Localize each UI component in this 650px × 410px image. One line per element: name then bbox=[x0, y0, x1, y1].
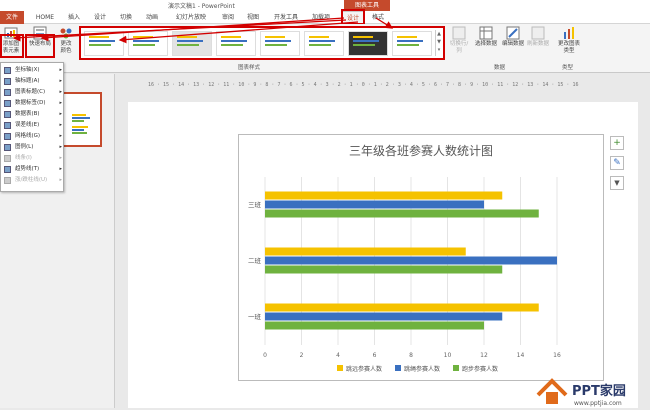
add-chart-element-menu: 坐标轴(X) ▸ 轴标题(A) ▸ 图表标题(C) ▸ 数据标签(D) ▸ 数据表(B)… bbox=[0, 62, 64, 192]
menu-item-label: 线条(I) bbox=[15, 155, 32, 161]
bar bbox=[265, 209, 539, 218]
legend-swatch bbox=[453, 365, 459, 371]
bar bbox=[265, 312, 503, 321]
submenu-arrow-icon: ▸ bbox=[59, 67, 62, 73]
lines-icon bbox=[4, 155, 11, 162]
chart-styles-brush-button[interactable]: ✎ bbox=[610, 156, 624, 170]
menu-item-error-bars[interactable]: 误差线(E) ▸ bbox=[1, 120, 65, 131]
submenu-arrow-icon: ▸ bbox=[59, 100, 62, 106]
submenu-arrow-icon: ▸ bbox=[59, 144, 62, 150]
submenu-arrow-icon: ▸ bbox=[59, 89, 62, 95]
legend-icon bbox=[4, 144, 11, 151]
chart-elements-plus-button[interactable]: + bbox=[610, 136, 624, 150]
menu-item-chart-title[interactable]: 图表标题(C) ▸ bbox=[1, 87, 65, 98]
x-tick-label: 0 bbox=[263, 352, 267, 359]
x-tick-label: 2 bbox=[300, 352, 304, 359]
menu-item-axes[interactable]: 坐标轴(X) ▸ bbox=[1, 65, 65, 76]
menu-item-data-labels[interactable]: 数据标签(D) ▸ bbox=[1, 98, 65, 109]
menu-item-label: 图表标题(C) bbox=[15, 89, 46, 95]
menu-item-label: 涨/跌柱线(U) bbox=[15, 177, 48, 183]
category-label: 二班 bbox=[248, 256, 262, 265]
bar bbox=[265, 247, 466, 256]
bar bbox=[265, 256, 557, 265]
submenu-arrow-icon: ▸ bbox=[59, 166, 62, 172]
chart-frame[interactable]: 三年级各班参赛人数统计图 0 2 4 6 8 10 12 14 16 一班 二班 三班跳远参赛人数 跳绳参… bbox=[238, 134, 604, 381]
submenu-arrow-icon: ▸ bbox=[59, 78, 62, 84]
bar bbox=[265, 200, 484, 209]
axis-title-icon bbox=[4, 78, 11, 85]
x-tick-label: 14 bbox=[517, 352, 525, 359]
legend-swatch bbox=[337, 365, 343, 371]
watermark-url: www.pptjia.com bbox=[574, 400, 622, 407]
error-bars-icon bbox=[4, 122, 11, 129]
menu-item-label: 趋势线(T) bbox=[15, 166, 40, 172]
bar bbox=[265, 303, 539, 312]
menu-item-legend[interactable]: 图例(L) ▸ bbox=[1, 142, 65, 153]
x-tick-label: 4 bbox=[336, 352, 340, 359]
legend-swatch bbox=[395, 365, 401, 371]
chart-filter-button[interactable]: ▼ bbox=[610, 176, 624, 190]
submenu-arrow-icon: ▸ bbox=[59, 111, 62, 117]
menu-item-label: 数据表(B) bbox=[15, 111, 40, 117]
submenu-arrow-icon: ▸ bbox=[59, 133, 62, 139]
x-tick-label: 6 bbox=[373, 352, 377, 359]
menu-item-lines[interactable]: 线条(I) ▸ bbox=[1, 153, 65, 164]
up-down-bars-icon bbox=[4, 177, 11, 184]
bar bbox=[265, 191, 503, 200]
menu-item-trendline[interactable]: 趋势线(T) ▸ bbox=[1, 164, 65, 175]
legend-label: 跑步参赛人数 bbox=[462, 365, 498, 373]
bar bbox=[265, 321, 484, 330]
data-table-icon bbox=[4, 111, 11, 118]
gridlines-icon bbox=[4, 133, 11, 140]
submenu-arrow-icon: ▸ bbox=[59, 177, 62, 183]
chart-title-icon bbox=[4, 89, 11, 96]
menu-item-label: 误差线(E) bbox=[15, 122, 40, 128]
watermark-brand: PPT家园 bbox=[572, 383, 626, 399]
x-tick-label: 12 bbox=[480, 352, 488, 359]
horizontal-ruler: 16 · 15 · 14 · 13 · 12 · 11 · 10 · 9 · 8… bbox=[148, 82, 579, 88]
menu-item-label: 网格线(G) bbox=[15, 133, 41, 139]
house-logo-icon: PPT家园 www.pptjia.com bbox=[536, 378, 626, 407]
menu-item-up-down-bars[interactable]: 涨/跌柱线(U) ▸ bbox=[1, 175, 65, 186]
menu-item-label: 坐标轴(X) bbox=[15, 67, 40, 73]
category-label: 一班 bbox=[248, 312, 262, 321]
menu-item-label: 数据标签(D) bbox=[15, 100, 46, 106]
category-label: 三班 bbox=[248, 200, 262, 209]
x-tick-label: 8 bbox=[409, 352, 413, 359]
menu-item-gridlines[interactable]: 网格线(G) ▸ bbox=[1, 131, 65, 142]
bar-chart: 三年级各班参赛人数统计图 0 2 4 6 8 10 12 14 16 一班 二班 三班跳远参赛人数 跳绳参… bbox=[248, 143, 561, 373]
menu-item-data-table[interactable]: 数据表(B) ▸ bbox=[1, 109, 65, 120]
menu-item-label: 轴标题(A) bbox=[15, 78, 40, 84]
vertical-ruler bbox=[118, 92, 126, 408]
watermark-logo: PPT家园 www.pptjia.com bbox=[534, 373, 650, 408]
axes-icon bbox=[4, 67, 11, 74]
legend-label: 跳远参赛人数 bbox=[346, 365, 382, 373]
submenu-arrow-icon: ▸ bbox=[59, 155, 62, 161]
menu-item-label: 图例(L) bbox=[15, 144, 34, 150]
x-tick-label: 10 bbox=[444, 352, 452, 359]
chart-title: 三年级各班参赛人数统计图 bbox=[349, 143, 493, 158]
bar bbox=[265, 265, 503, 274]
submenu-arrow-icon: ▸ bbox=[59, 122, 62, 128]
x-tick-label: 16 bbox=[553, 352, 561, 359]
menu-item-axis-titles[interactable]: 轴标题(A) ▸ bbox=[1, 76, 65, 87]
annotation-arrows bbox=[12, 17, 394, 44]
trendline-icon bbox=[4, 166, 11, 173]
data-labels-icon bbox=[4, 100, 11, 107]
legend-label: 跳绳参赛人数 bbox=[404, 365, 440, 373]
